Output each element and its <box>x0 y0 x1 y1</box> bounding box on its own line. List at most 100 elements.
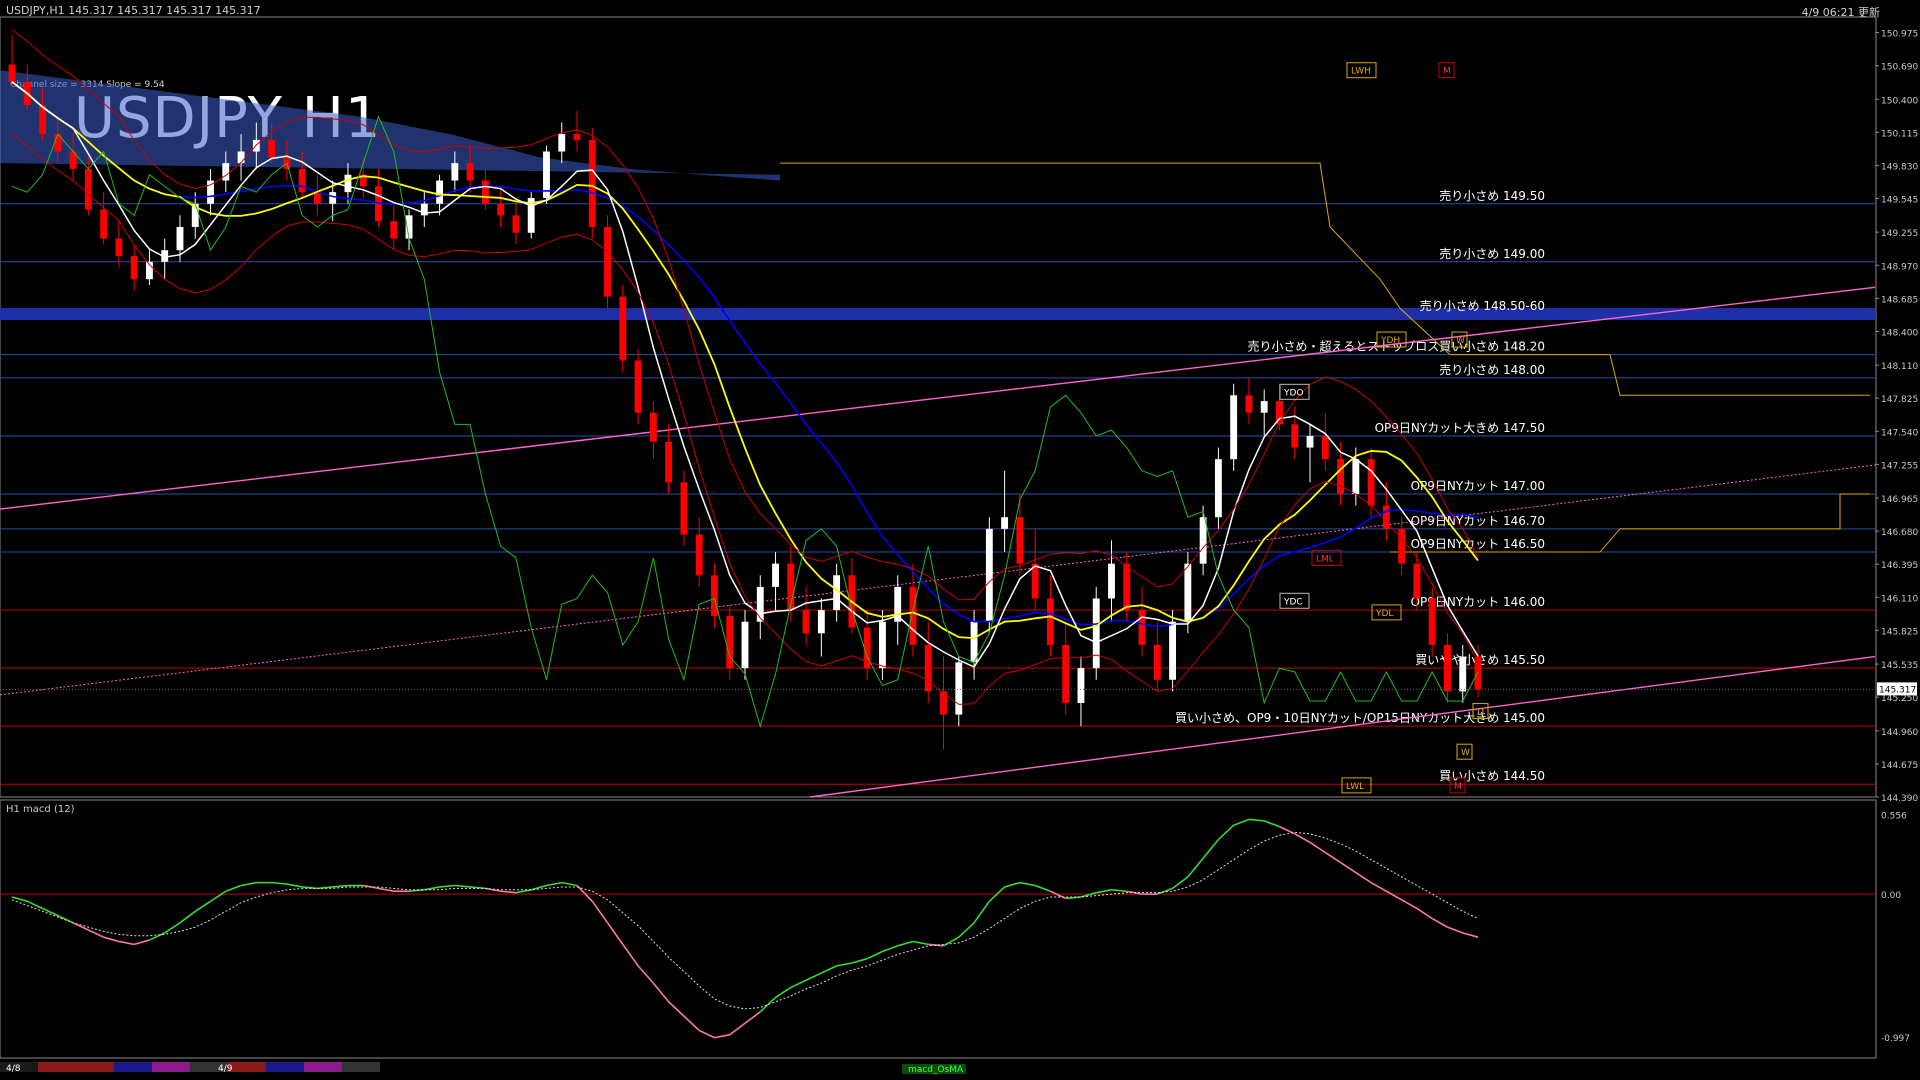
macd-signal <box>11 831 1479 1010</box>
macd-segment <box>591 900 609 924</box>
candle-body <box>1138 610 1146 645</box>
macd-segment <box>88 929 104 938</box>
macd-segment <box>26 900 43 910</box>
macd-segment <box>1462 932 1479 938</box>
candle-body <box>1062 644 1070 703</box>
macd-segment <box>271 881 287 885</box>
candle-body <box>100 209 108 239</box>
macd-segment <box>759 996 777 1013</box>
candle-body <box>344 174 352 193</box>
candle-body <box>176 226 184 251</box>
candle-body <box>1352 459 1360 494</box>
candle-body <box>1016 517 1024 564</box>
time-bar-segment <box>304 1062 342 1072</box>
candle-body <box>481 180 489 204</box>
macd-tick-label: 0.556 <box>1881 811 1907 821</box>
level-tag: M <box>1454 782 1462 792</box>
macd-segment <box>378 887 394 893</box>
macd-segment <box>668 1001 685 1017</box>
chart-canvas[interactable]: 150.975 150.690 150.400 150.115 149.830 149.5… <box>0 0 1920 1080</box>
ichimoku-cloud <box>0 64 780 181</box>
macd-segment <box>500 890 517 894</box>
candle-body <box>1046 598 1054 645</box>
macd-segment <box>1431 917 1448 928</box>
macd-segment <box>1294 833 1311 844</box>
macd-segment <box>882 945 898 953</box>
candle-body <box>909 586 917 645</box>
macd-segment <box>897 940 914 947</box>
candle-body <box>1214 459 1222 518</box>
macd-segment <box>1355 871 1372 884</box>
macd-segment <box>912 940 929 946</box>
time-bar-segment <box>114 1062 152 1072</box>
candle-body <box>741 621 749 669</box>
macd-segment <box>576 884 593 902</box>
y-tick-label: 150.690 <box>1881 63 1918 73</box>
macd-segment <box>775 986 792 999</box>
macd-segment <box>286 883 303 888</box>
macd-segment <box>439 884 455 888</box>
macd-segment <box>1248 818 1265 822</box>
candle-body <box>1260 401 1268 413</box>
candle-body <box>985 528 993 622</box>
macd-segment <box>1309 841 1326 854</box>
macd-segment <box>194 900 211 913</box>
candle-body <box>1398 528 1406 564</box>
candle-body <box>772 563 779 587</box>
y-tick-label: 150.400 <box>1881 96 1918 106</box>
y-tick-label: 148.400 <box>1881 328 1918 338</box>
y-tick-label: 149.545 <box>1881 196 1918 206</box>
macd-segment <box>866 950 883 960</box>
candle-body <box>1092 598 1100 669</box>
candle-body <box>879 621 886 669</box>
macd-segment <box>698 1029 715 1039</box>
candle-body <box>711 575 718 616</box>
candle-body <box>1367 459 1375 506</box>
macd-segment <box>164 922 181 934</box>
time-bar-segment <box>228 1062 266 1072</box>
macd-segment <box>1096 889 1112 894</box>
candle-body <box>115 238 123 256</box>
macd-segment <box>210 890 227 902</box>
macd-segment <box>851 957 868 964</box>
level-tag: W <box>1461 748 1470 758</box>
candle-body <box>695 534 703 576</box>
y-tick-label: 147.825 <box>1881 395 1918 405</box>
level-tag: YDL <box>1375 609 1393 619</box>
candle-body <box>665 441 673 483</box>
candle-body <box>1413 563 1421 599</box>
resistance-steps <box>780 162 1870 396</box>
candle-body <box>1291 424 1299 448</box>
trend-line-mid <box>0 464 1876 696</box>
candle-body <box>1153 644 1161 680</box>
candle-body <box>1001 517 1009 529</box>
y-tick-label: 149.255 <box>1881 229 1918 239</box>
macd-segment <box>652 982 670 1003</box>
macd-segment <box>1111 889 1127 893</box>
y-tick-label: 145.535 <box>1881 661 1918 671</box>
y-tick-label: 146.110 <box>1881 594 1918 604</box>
candle-body <box>1428 598 1436 645</box>
y-tick-label: 144.960 <box>1881 728 1918 738</box>
macd-segment <box>103 936 120 943</box>
candle-body <box>558 134 566 152</box>
macd-segment <box>821 965 837 974</box>
y-tick-label: 145.250 <box>1881 694 1918 704</box>
time-bar-segment <box>342 1062 380 1072</box>
macd-segment <box>805 972 822 981</box>
macd-segment <box>1004 881 1021 888</box>
macd-segment <box>454 884 471 888</box>
candle-body <box>1199 517 1207 564</box>
y-tick-label: 150.975 <box>1881 30 1918 40</box>
macd-panel-frame <box>0 799 1877 1059</box>
candle-body <box>1321 435 1329 460</box>
level-tag: LWL <box>1346 782 1364 792</box>
trend-line-lower <box>809 655 1876 798</box>
candle-body <box>955 662 963 715</box>
candle-body <box>802 610 810 634</box>
candle-body <box>1382 505 1390 529</box>
candle-body <box>924 644 932 692</box>
y-tick-label: 149.830 <box>1881 162 1918 172</box>
level-label: 売り小さめ 148.00 <box>1439 362 1545 377</box>
candle-body <box>970 621 978 663</box>
